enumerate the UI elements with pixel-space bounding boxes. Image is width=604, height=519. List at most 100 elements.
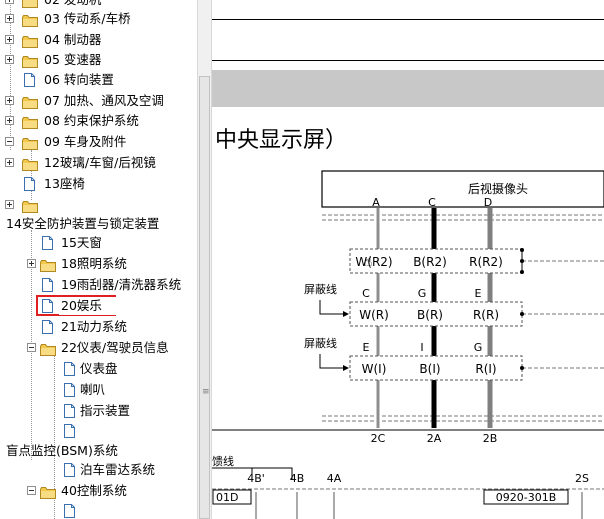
expand-icon[interactable] [5, 116, 14, 125]
collapse-icon[interactable] [5, 137, 14, 146]
tree-item[interactable] [0, 501, 197, 519]
scrollbar-grip-icon: ≡ [202, 387, 210, 397]
tree-item-label: 泊车雷达系统 [80, 462, 156, 477]
document-icon [42, 236, 53, 250]
folder-icon [22, 95, 38, 109]
tree-item[interactable]: 20娱乐 [0, 295, 197, 316]
pin-label: 2S [575, 472, 589, 485]
document-view: 中央显示屏） 后视摄像头 A C D W(R2) B(R2) R(R2) W(R) B(R) R(… [212, 0, 604, 519]
expand-icon[interactable] [5, 96, 14, 105]
tree-item-label: 07 加热、通风及空调 [44, 93, 164, 108]
tree-item[interactable]: 仪表盘 [0, 359, 197, 379]
folder-icon [40, 342, 56, 356]
tree-item-label: 20娱乐 [59, 297, 116, 315]
folder-icon [22, 34, 38, 48]
wire-label: B(I) [419, 362, 440, 376]
tree-item[interactable]: 18照明系统 [0, 254, 197, 274]
pin-label: C [428, 196, 436, 209]
tree-item-label: 14安全防护装置与锁定装置 [6, 216, 160, 231]
tree-item[interactable]: 40控制系统 [0, 481, 197, 501]
camera-box [321, 170, 604, 208]
pin-label: 2A [427, 432, 442, 445]
document-icon [24, 73, 35, 87]
camera-label: 后视摄像头 [468, 181, 528, 196]
vertical-scrollbar[interactable]: ≡ [197, 0, 212, 519]
tree-item[interactable]: 12玻璃/车窗/后视镜 [0, 153, 197, 173]
tree-item[interactable]: 15天窗 [0, 233, 197, 253]
wire-label: B(R2) [413, 255, 447, 269]
document-icon [64, 424, 75, 438]
expand-icon[interactable] [27, 259, 36, 268]
expand-icon[interactable] [5, 35, 14, 44]
tree-item[interactable]: 05 变速器 [0, 50, 197, 70]
wire-label: W(R2) [355, 255, 392, 269]
navigation-tree: 02 发动机03 传动系/车桥04 制动器05 变速器06 转向装置07 加热、… [0, 0, 197, 519]
tree-item[interactable]: 09 车身及附件 [0, 132, 197, 152]
tree-item[interactable]: 14安全防护装置与锁定装置 [0, 214, 197, 234]
wiring-diagram: 后视摄像头 A C D W(R2) B(R2) R(R2) W(R) B(R) R(R) C G E 屏蔽… [212, 170, 604, 519]
tree-item[interactable]: 07 加热、通风及空调 [0, 91, 197, 111]
hand-cursor-icon: ☝ [364, 254, 373, 270]
expand-icon[interactable] [5, 200, 14, 209]
collapse-icon[interactable] [27, 343, 36, 352]
pin-label: E [363, 341, 370, 354]
document-icon [64, 362, 75, 376]
tree-item[interactable]: 指示装置 [0, 401, 197, 421]
expand-icon[interactable] [5, 158, 14, 167]
wire-label: W(I) [362, 362, 387, 376]
tree-item[interactable]: 泊车雷达系统 [0, 460, 197, 480]
tree-item[interactable]: 21动力系统 [0, 317, 197, 337]
tree-item-label: 03 传动系/车桥 [44, 11, 131, 26]
folder-icon [22, 54, 38, 68]
pin-label: C [362, 287, 370, 300]
tree-item[interactable]: 喇叭 [0, 380, 197, 400]
tree-item-label: 04 制动器 [44, 32, 102, 47]
document-icon [42, 278, 53, 292]
tree-item[interactable] [0, 195, 197, 215]
tree-item-label: 22仪表/驾驶员信息 [61, 340, 169, 355]
splice-dot [520, 366, 524, 370]
tree-item[interactable]: 盲点监控(BSM)系统 [0, 441, 197, 461]
tree-item-label: 40控制系统 [61, 483, 127, 498]
folder-icon [40, 485, 56, 499]
folder-icon [22, 13, 38, 27]
scrollbar-thumb[interactable]: ≡ [199, 76, 210, 519]
pin-label: D [484, 196, 492, 209]
tree-item[interactable]: 06 转向装置 [0, 70, 197, 90]
tree-item-label: 19雨刮器/清洗器系统 [61, 277, 182, 292]
folder-icon [22, 136, 38, 150]
tree-item[interactable]: 22仪表/驾驶员信息 [0, 338, 197, 358]
tree-item-label: 13座椅 [44, 176, 85, 191]
tree-item[interactable]: 08 约束保护系统 [0, 111, 197, 131]
document-icon [64, 404, 75, 418]
wire-label: B(R) [417, 308, 443, 322]
expand-icon[interactable] [5, 14, 14, 23]
expand-icon[interactable] [5, 55, 14, 64]
tree-item-label: 21动力系统 [61, 319, 127, 334]
shield-label: 屏蔽线 [304, 282, 337, 296]
pin-label: 4A [327, 472, 342, 485]
arrow-icon [343, 365, 349, 371]
tree-item[interactable]: 19雨刮器/清洗器系统 [0, 275, 197, 295]
document-icon [64, 383, 75, 397]
tree-item-label: 仪表盘 [80, 361, 118, 376]
wire-label: R(I) [475, 362, 496, 376]
tree-item[interactable] [0, 421, 197, 441]
pin-label: E [475, 287, 482, 300]
shield-label: 屏蔽线 [304, 336, 337, 350]
pin-label: 4B [290, 472, 305, 485]
tree-item-label: 09 车身及附件 [44, 134, 127, 149]
shield-label: 馈线 [212, 454, 234, 468]
document-icon [42, 320, 53, 334]
collapse-icon[interactable] [27, 486, 36, 495]
tree-item-label: 喇叭 [80, 382, 106, 397]
tree-item-label: 18照明系统 [61, 256, 127, 271]
wire-label: R(R) [473, 308, 499, 322]
expand-icon[interactable] [5, 0, 14, 4]
tree-item[interactable]: 04 制动器 [0, 30, 197, 50]
tree-item[interactable]: 13座椅 [0, 174, 197, 194]
folder-icon [40, 258, 56, 272]
tree-item[interactable]: 03 传动系/车桥 [0, 9, 197, 29]
shield-connector [212, 467, 253, 480]
tree-item-label: 15天窗 [61, 235, 102, 250]
